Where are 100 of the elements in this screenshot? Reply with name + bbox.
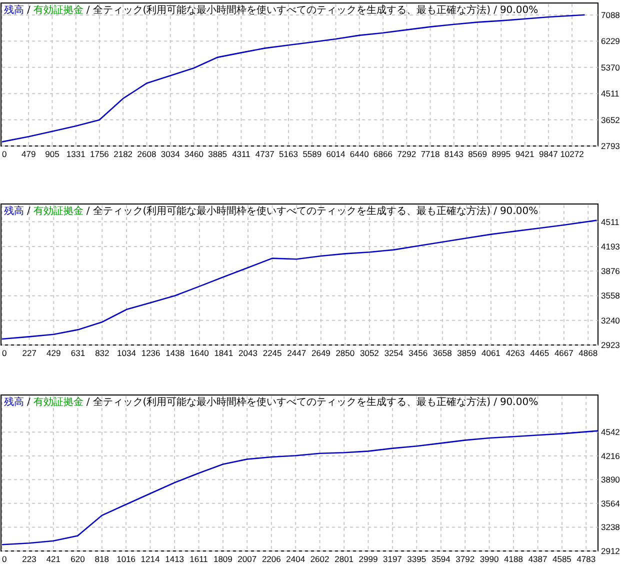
y-tick-label: 2923 [601,340,620,350]
x-tick-label: 8569 [468,149,487,159]
y-tick-label: 3876 [601,266,620,276]
x-tick-label: 0 [2,554,7,564]
x-tick-label: 2447 [287,348,306,358]
separator: / [494,5,497,17]
equity-legend-label: 有効証拠金 [33,397,84,409]
x-tick-label: 429 [46,348,61,358]
separator: / [27,206,30,218]
y-tick-label: 6229 [601,36,620,46]
x-tick-label: 4061 [482,348,500,358]
x-tick-label: 3792 [456,554,475,564]
x-tick-label: 3254 [384,348,404,358]
x-tick-label: 2608 [137,149,156,159]
x-tick-label: 3594 [431,554,450,564]
x-tick-label: 631 [70,348,86,358]
x-tick-label: 2850 [336,348,355,358]
balance-legend-label: 残高 [4,5,24,17]
x-tick-label: 1236 [141,348,160,358]
y-tick-label: 2793 [601,141,620,151]
x-tick-label: 1809 [213,554,232,564]
y-tick-label: 3890 [601,474,620,485]
x-tick-label: 3859 [457,348,476,358]
x-tick-label: 3034 [160,149,180,159]
x-tick-label: 4311 [232,149,250,159]
x-tick-label: 905 [45,149,60,159]
x-tick-label: 3197 [383,554,402,564]
x-tick-label: 6440 [350,149,369,159]
quality-label: 90.00% [500,5,538,17]
x-tick-label: 5163 [279,149,298,159]
x-tick-label: 832 [95,348,110,358]
quality-label: 90.00% [500,397,538,409]
separator: / [86,397,90,409]
y-tick-label: 4542 [601,427,620,438]
model-label: 全ティック(利用可能な最小時間枠を使いすべてのティックを生成する、最も正確な方法) [92,5,491,17]
x-tick-label: 620 [70,554,85,564]
x-tick-label: 1413 [165,554,184,564]
x-tick-label: 818 [94,554,109,564]
x-tick-label: 4737 [255,149,274,159]
x-tick-label: 2801 [334,554,354,564]
y-tick-label: 3652 [601,114,620,125]
x-tick-label: 223 [22,554,36,564]
x-tick-label: 6014 [326,149,346,159]
x-tick-label: 1214 [140,554,160,564]
x-tick-label: 1640 [190,348,209,358]
x-tick-label: 4667 [554,348,574,358]
y-tick-label: 7088 [601,10,620,20]
x-tick-label: 10272 [560,149,584,159]
separator: / [86,5,90,17]
x-tick-label: 5589 [302,149,322,159]
x-tick-label: 0 [2,149,7,159]
x-tick-label: 3885 [208,149,228,159]
balance-legend-label: 残高 [4,397,24,409]
x-tick-label: 4585 [552,554,572,564]
x-tick-label: 6866 [374,149,392,159]
y-tick-label: 2912 [601,546,620,556]
balance-legend-label: 残高 [4,206,24,218]
separator: / [86,206,90,218]
x-tick-label: 1331 [66,149,86,159]
x-tick-label: 4783 [576,554,596,564]
separator: / [27,5,30,17]
separator: / [494,206,497,218]
x-tick-label: 7718 [420,149,440,159]
separator: / [27,397,30,409]
x-tick-label: 1611 [190,554,208,564]
x-tick-label: 2007 [238,554,257,564]
x-tick-label: 1756 [90,149,109,159]
y-tick-label: 4193 [601,241,620,252]
x-tick-label: 2649 [312,348,330,358]
x-tick-label: 8995 [492,149,511,159]
quality-label: 90.00% [500,206,538,218]
y-tick-label: 4511 [601,88,620,99]
x-tick-label: 1016 [116,554,136,564]
x-tick-label: 2602 [310,554,330,564]
x-tick-label: 2182 [114,149,133,159]
x-tick-label: 2999 [358,554,378,564]
y-tick-label: 3558 [601,290,620,301]
x-tick-label: 9421 [515,149,534,159]
x-tick-label: 8143 [444,149,464,159]
x-tick-label: 4188 [504,554,523,564]
x-tick-label: 1034 [117,348,136,358]
x-tick-label: 2404 [286,554,306,564]
y-tick-label: 3238 [601,522,620,532]
y-tick-label: 5370 [601,62,620,72]
x-tick-label: 7292 [397,149,416,159]
x-tick-label: 2043 [238,348,258,358]
y-tick-label: 3240 [601,315,620,326]
x-tick-label: 4387 [528,554,548,564]
x-tick-label: 1438 [166,348,185,358]
equity-legend-label: 有効証拠金 [33,206,84,218]
x-tick-label: 0 [2,348,7,358]
x-tick-label: 3460 [184,149,204,159]
x-tick-label: 3395 [407,554,426,564]
x-tick-label: 227 [22,348,36,358]
y-tick-label: 4511 [601,216,620,227]
x-tick-label: 3456 [408,348,428,358]
x-tick-label: 9847 [538,149,558,159]
y-tick-label: 4216 [601,450,620,461]
x-tick-label: 2245 [262,348,282,358]
x-tick-label: 4263 [506,348,525,358]
